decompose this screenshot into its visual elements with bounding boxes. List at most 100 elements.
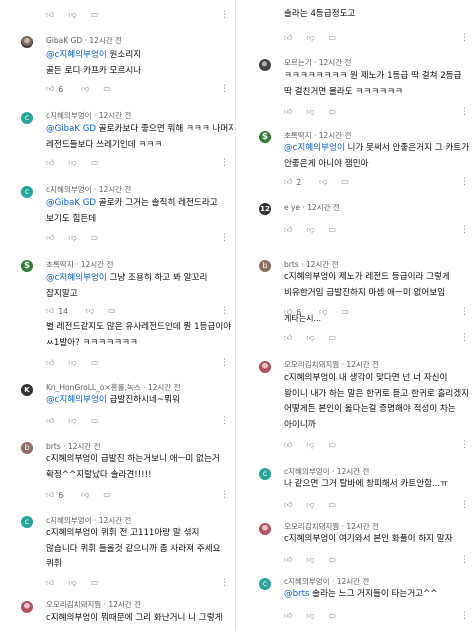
thumbs-up-icon[interactable]: 👍︎ <box>284 107 292 117</box>
thumbs-up-icon[interactable]: 👍︎ <box>46 10 54 20</box>
reply-icon[interactable]: ▭ <box>91 416 99 426</box>
thumbs-up-icon[interactable]: 👍︎ <box>284 440 292 450</box>
avatar[interactable]: $ <box>259 131 271 143</box>
mention-link[interactable]: @c지혜의부엉이 <box>46 50 107 60</box>
reply-icon[interactable]: ▭ <box>329 33 337 43</box>
comment-author[interactable]: brts <box>46 442 61 451</box>
reply-icon[interactable]: ▭ <box>329 333 337 343</box>
thumbs-up-icon[interactable]: 👍︎ <box>284 500 292 510</box>
comment-author[interactable]: e ye <box>284 203 300 212</box>
mention-link[interactable]: @GibaK GD <box>46 124 96 134</box>
more-vertical-icon[interactable]: ⋮ <box>460 108 469 117</box>
reply-icon[interactable]: ▭ <box>329 555 337 565</box>
thumbs-down-icon[interactable]: 👎︎ <box>306 440 314 450</box>
thumbs-down-icon[interactable]: 👎︎ <box>306 500 314 510</box>
more-vertical-icon[interactable]: ⋮ <box>220 159 229 168</box>
more-vertical-icon[interactable]: ⋮ <box>460 501 469 510</box>
thumbs-down-icon[interactable]: 👎︎ <box>81 84 89 94</box>
comment-author[interactable]: c지혜의부엉이 <box>46 516 92 525</box>
thumbs-up-icon[interactable]: 👍︎ <box>46 233 54 243</box>
reply-icon[interactable]: ▭ <box>329 225 337 235</box>
more-vertical-icon[interactable]: ⋮ <box>220 307 229 316</box>
avatar[interactable] <box>259 361 271 373</box>
mention-link[interactable]: @GibaK GD <box>46 198 96 208</box>
mention-link[interactable]: @c지혜의부엉이 <box>46 395 107 405</box>
comment-author[interactable]: 오모리김치돼지찜 <box>284 360 339 369</box>
thumbs-up-icon[interactable]: 👍︎ <box>46 84 54 94</box>
thumbs-down-icon[interactable]: 👎︎ <box>81 490 89 500</box>
more-vertical-icon[interactable]: ⋮ <box>220 11 229 20</box>
avatar[interactable]: c <box>21 186 33 198</box>
comment-author[interactable]: c지혜의부엉이 <box>46 111 92 120</box>
more-vertical-icon[interactable]: ⋮ <box>220 234 229 243</box>
comment-author[interactable]: c지혜의부엉이 <box>284 577 330 586</box>
thumbs-up-icon[interactable]: 👍︎ <box>46 490 54 500</box>
reply-icon[interactable]: ▭ <box>103 84 111 94</box>
comment-author[interactable]: 오모리김치돼지찜 <box>46 600 101 609</box>
thumbs-down-icon[interactable]: 👎︎ <box>68 578 76 588</box>
avatar[interactable]: c <box>21 112 33 124</box>
thumbs-down-icon[interactable]: 👎︎ <box>306 611 314 621</box>
avatar[interactable]: $ <box>21 260 33 272</box>
reply-icon[interactable]: ▭ <box>329 107 337 117</box>
avatar[interactable]: c <box>259 468 271 480</box>
avatar[interactable]: c <box>21 516 33 528</box>
thumbs-up-icon[interactable]: 👍︎ <box>46 416 54 426</box>
thumbs-up-icon[interactable]: 👍︎ <box>46 578 54 588</box>
more-vertical-icon[interactable]: ⋮ <box>460 334 469 343</box>
avatar[interactable] <box>259 59 271 71</box>
more-vertical-icon[interactable]: ⋮ <box>460 226 469 235</box>
comment-author[interactable]: 모르는기 <box>284 58 312 67</box>
comment-author[interactable]: 초록딱지 <box>284 131 312 140</box>
thumbs-up-icon[interactable]: 👍︎ <box>46 358 54 368</box>
more-vertical-icon[interactable]: ⋮ <box>220 491 229 500</box>
reply-icon[interactable]: ▭ <box>103 490 111 500</box>
more-vertical-icon[interactable]: ⋮ <box>220 579 229 588</box>
thumbs-down-icon[interactable]: 👎︎ <box>306 555 314 565</box>
more-vertical-icon[interactable]: ⋮ <box>460 308 469 317</box>
more-vertical-icon[interactable]: ⋮ <box>460 556 469 565</box>
more-vertical-icon[interactable]: ⋮ <box>220 85 229 94</box>
comment-author[interactable]: 오모리김치돼지찜 <box>284 522 339 531</box>
avatar[interactable]: b <box>259 260 271 272</box>
comment-author[interactable]: c지혜의부엉이 <box>284 467 330 476</box>
reply-icon[interactable]: ▭ <box>91 233 99 243</box>
thumbs-down-icon[interactable]: 👎︎ <box>319 177 327 187</box>
reply-icon[interactable]: ▭ <box>329 440 337 450</box>
thumbs-down-icon[interactable]: 👎︎ <box>68 358 76 368</box>
avatar[interactable]: c <box>259 578 271 590</box>
reply-icon[interactable]: ▭ <box>329 500 337 510</box>
thumbs-down-icon[interactable]: 👎︎ <box>68 233 76 243</box>
avatar[interactable]: 12 <box>259 203 271 215</box>
avatar[interactable] <box>21 601 33 613</box>
mention-link[interactable]: @brts <box>284 589 309 599</box>
thumbs-down-icon[interactable]: 👎︎ <box>306 107 314 117</box>
thumbs-up-icon[interactable]: 👍︎ <box>284 611 292 621</box>
thumbs-up-icon[interactable]: 👍︎ <box>284 177 292 187</box>
thumbs-up-icon[interactable]: 👍︎ <box>284 225 292 235</box>
thumbs-down-icon[interactable]: 👎︎ <box>68 158 76 168</box>
more-vertical-icon[interactable]: ⋮ <box>220 359 229 368</box>
reply-icon[interactable]: ▭ <box>91 10 99 20</box>
reply-icon[interactable]: ▭ <box>341 307 349 317</box>
thumbs-down-icon[interactable]: 👎︎ <box>306 225 314 235</box>
thumbs-up-icon[interactable]: 👍︎ <box>284 555 292 565</box>
reply-icon[interactable]: ▭ <box>341 177 349 187</box>
comment-author[interactable]: GibaK GD <box>46 36 82 45</box>
more-vertical-icon[interactable]: ⋮ <box>460 612 469 621</box>
thumbs-down-icon[interactable]: 👎︎ <box>68 10 76 20</box>
reply-icon[interactable]: ▭ <box>329 611 337 621</box>
thumbs-down-icon[interactable]: 👎︎ <box>68 416 76 426</box>
mention-link[interactable]: @c지혜의부엉이 <box>46 273 107 283</box>
thumbs-down-icon[interactable]: 👎︎ <box>306 333 314 343</box>
reply-icon[interactable]: ▭ <box>91 358 99 368</box>
thumbs-up-icon[interactable]: 👍︎ <box>46 158 54 168</box>
more-vertical-icon[interactable]: ⋮ <box>460 178 469 187</box>
avatar[interactable] <box>259 523 271 535</box>
comment-author[interactable]: c지혜의부엉이 <box>46 185 92 194</box>
mention-link[interactable]: @c지혜의부엉이 <box>284 143 345 153</box>
reply-icon[interactable]: ▭ <box>91 158 99 168</box>
more-vertical-icon[interactable]: ⋮ <box>220 417 229 426</box>
thumbs-up-icon[interactable]: 👍︎ <box>284 33 292 43</box>
thumbs-up-icon[interactable]: 👍︎ <box>284 333 292 343</box>
